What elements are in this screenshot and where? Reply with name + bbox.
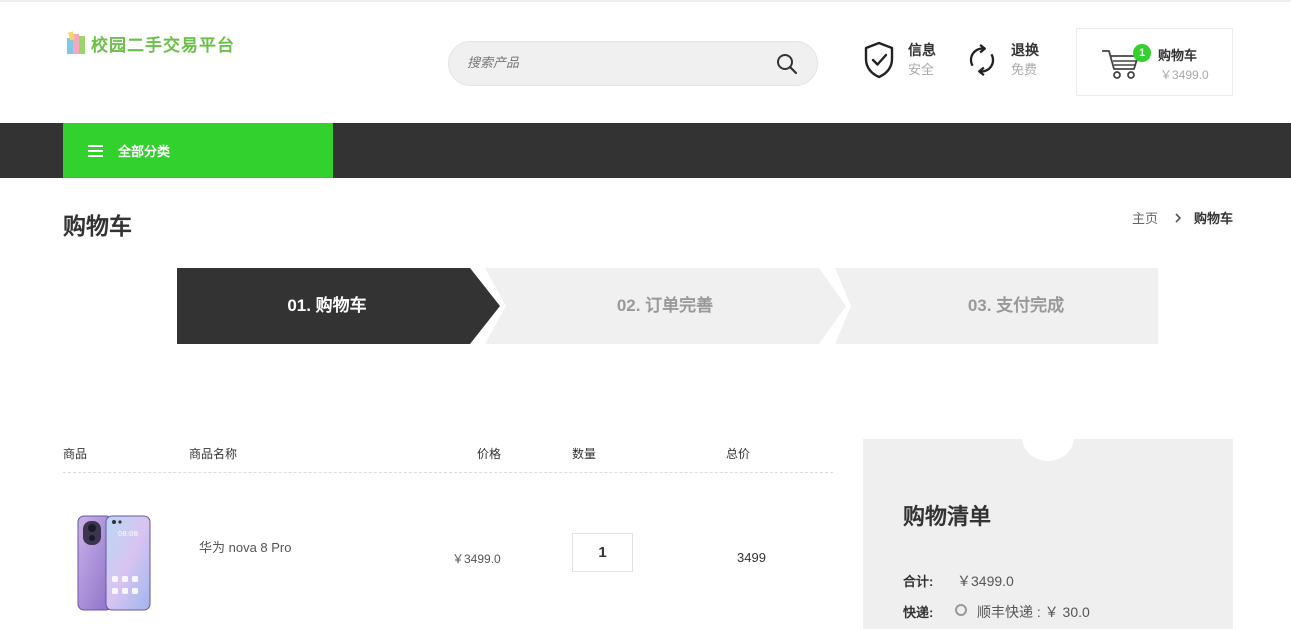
- all-categories-button[interactable]: 全部分类: [63, 123, 333, 178]
- column-header-total: 总价: [726, 447, 751, 461]
- feature-free-return: 退换 免费: [965, 40, 1039, 80]
- feature-secure-info: 信息 安全: [862, 40, 936, 80]
- breadcrumb: 主页 购物车: [1132, 208, 1233, 227]
- books-logo-icon: [67, 31, 85, 54]
- step-2-label: 02. 订单完善: [616, 296, 714, 315]
- quantity-input[interactable]: 1: [572, 533, 633, 572]
- feature-title: 信息: [908, 42, 936, 58]
- shipping-label: 快递:: [903, 605, 934, 620]
- logo-text: 校园二手交易平台: [91, 35, 235, 55]
- top-border: [0, 0, 1291, 2]
- product-price: ￥3499.0: [452, 552, 501, 566]
- column-header-name: 商品名称: [189, 447, 238, 461]
- header-cart-button[interactable]: 1 购物车 ￥3499.0: [1076, 28, 1233, 96]
- feature-title: 退换: [1011, 42, 1039, 58]
- feature-subtitle: 安全: [908, 62, 935, 77]
- chevron-right-icon: [1175, 212, 1182, 223]
- summary-title: 购物清单: [903, 504, 992, 529]
- refresh-icon: [969, 44, 995, 76]
- shield-check-icon: [864, 41, 894, 79]
- site-logo[interactable]: 校园二手交易平台: [66, 30, 235, 56]
- summary-notch: [1022, 413, 1074, 461]
- page-title: 购物车: [63, 213, 132, 239]
- column-header-qty: 数量: [572, 447, 597, 461]
- product-name-link[interactable]: 华为 nova 8 Pro: [199, 537, 292, 556]
- subtotal-value: ￥3499.0: [957, 573, 1014, 589]
- subtotal-label: 合计:: [903, 574, 934, 589]
- search-icon[interactable]: [775, 52, 799, 76]
- checkout-steps: 01. 购物车 02. 订单完善 03. 支付完成: [177, 268, 1158, 344]
- svg-text:08:08: 08:08: [118, 530, 138, 538]
- cart-amount: ￥3499.0: [1160, 68, 1209, 82]
- hamburger-menu-icon: [88, 144, 103, 157]
- column-header-product: 商品: [63, 447, 88, 461]
- cart-count-badge: 1: [1133, 44, 1151, 62]
- step-1-label: 01. 购物车: [287, 296, 367, 315]
- main-navbar: 全部分类: [0, 123, 1291, 178]
- cart-summary-panel: 购物清单 合计: ￥3499.0 快递: 顺丰快递 : ￥ 30.0: [863, 413, 1233, 629]
- step-3-label: 03. 支付完成: [967, 296, 1065, 315]
- column-header-price: 价格: [477, 447, 502, 461]
- search-input[interactable]: [467, 56, 757, 71]
- product-total: 3499: [737, 550, 766, 565]
- all-categories-label: 全部分类: [118, 144, 171, 159]
- cart-title: 购物车: [1158, 48, 1198, 63]
- feature-subtitle: 免费: [1011, 62, 1038, 77]
- breadcrumb-home-link[interactable]: 主页: [1132, 208, 1158, 227]
- table-header-divider: [63, 472, 833, 473]
- search-bar: [448, 41, 818, 86]
- breadcrumb-current: 购物车: [1193, 211, 1233, 226]
- shipping-radio[interactable]: [955, 604, 967, 616]
- product-image[interactable]: 08:08: [76, 514, 152, 612]
- shipping-option[interactable]: 顺丰快递 : ￥ 30.0: [977, 602, 1090, 622]
